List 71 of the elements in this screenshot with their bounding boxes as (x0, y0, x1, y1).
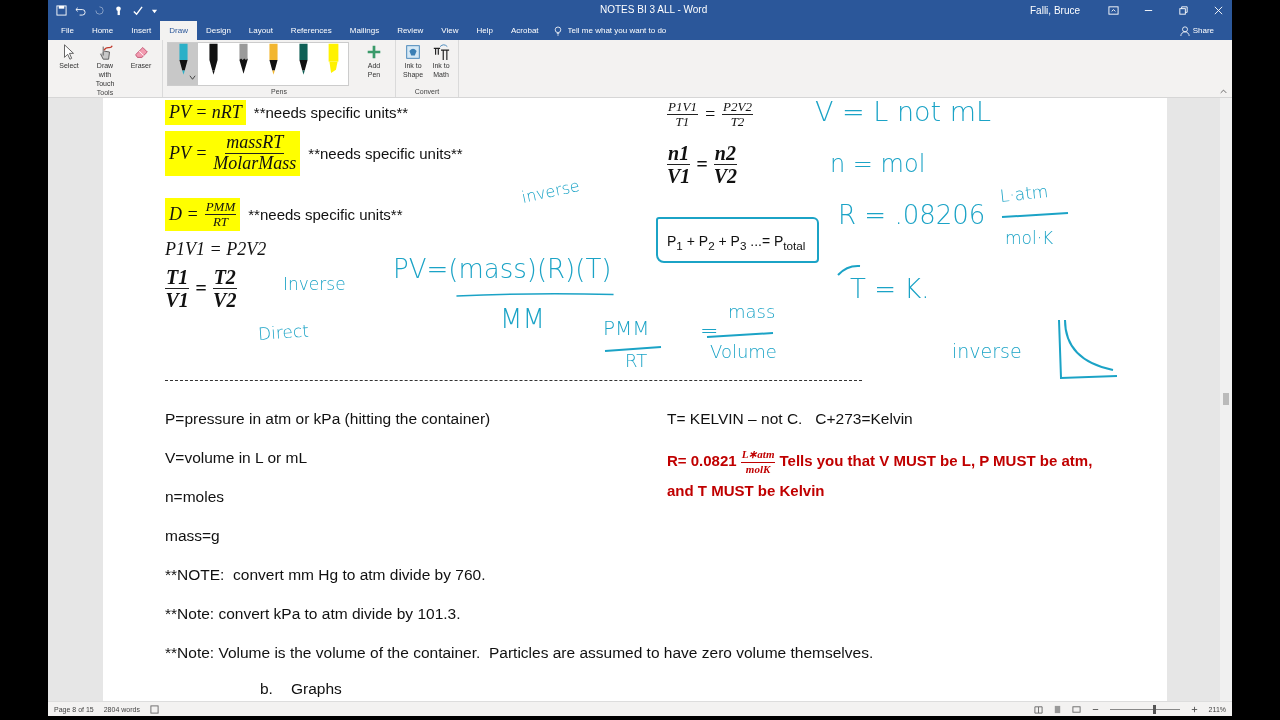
handwritten-note: PV=(mass)(R)(T) (393, 256, 612, 282)
units-note: **needs specific units** (308, 144, 463, 162)
plus-icon (365, 43, 383, 61)
ink-fraction-line (603, 344, 663, 354)
spelling-check-icon[interactable] (132, 4, 143, 16)
ribbon-tab[interactable]: File (52, 21, 83, 40)
handwritten-note: V = L not mL (815, 98, 992, 125)
pi-icon (432, 43, 450, 61)
kelvin-note: T= KELVIN – not C. C+273=Kelvin (667, 410, 914, 428)
caret-icon[interactable] (189, 74, 196, 81)
share-button[interactable]: Share (1173, 21, 1220, 40)
section-heading: b. Graphs (260, 680, 343, 698)
handwritten-note: L·atm (999, 182, 1050, 205)
boxed-equation: P$_{1}$ + P$_{2}$ + P$_{3}$ ...= P$_{total}$ (656, 216, 820, 264)
tell-me-field[interactable]: Tell me what you want to do (565, 25, 710, 36)
definition-line: **Note: Volume is the volume of the container. Particles are assumed to have zero volume themselves. (165, 644, 874, 662)
web-layout-icon[interactable] (1071, 704, 1081, 714)
definition-line: n=moles (165, 488, 225, 506)
read-mode-icon[interactable] (1033, 704, 1043, 714)
ribbon-display-icon[interactable] (1108, 4, 1119, 16)
equation: P1V1 = P2V2 (165, 239, 267, 261)
handwritten-note: inverse (952, 342, 1022, 361)
definition-line: mass=g (165, 527, 220, 545)
equation: PV = nRT (165, 100, 246, 125)
shape-icon (404, 43, 422, 61)
person-icon (1179, 25, 1190, 36)
vertical-scrollbar[interactable] (1220, 98, 1232, 701)
handwritten-note: Inverse (283, 276, 346, 293)
handwritten-note: = (700, 320, 719, 342)
ink-stroke (837, 264, 861, 276)
definition-line: **Note: convert kPa to atm divide by 101.3. (165, 605, 461, 623)
handwritten-note: mol·K (1005, 230, 1054, 247)
definition-line: V=volume in L or mL (165, 449, 307, 467)
lightbulb-icon (553, 25, 562, 36)
redo-icon[interactable] (94, 4, 105, 16)
restore-icon[interactable] (1178, 4, 1189, 16)
ribbon-tab[interactable]: Insert (122, 21, 161, 40)
ribbon-tab[interactable]: Draw (160, 21, 197, 40)
print-layout-icon[interactable] (1052, 704, 1062, 714)
units-note: **needs specific units** (253, 104, 409, 121)
zoom-in-icon[interactable] (1189, 704, 1199, 714)
handwritten-note: inverse (520, 178, 582, 206)
close-icon[interactable] (1213, 4, 1224, 16)
window-title: NOTES BI 3 ALL - Word (600, 4, 708, 15)
handwritten-note: PMM (603, 318, 650, 338)
handwritten-note: Direct (257, 322, 310, 343)
handwritten-note: RT (625, 352, 648, 370)
handwritten-note: MM (500, 306, 545, 332)
touch-mode-icon[interactable] (113, 4, 124, 16)
user-name[interactable]: Falli, Bruce (1030, 4, 1080, 16)
save-icon[interactable] (56, 4, 67, 16)
ribbon-tab[interactable]: View (432, 21, 468, 40)
handwritten-note: R = .08206 (838, 202, 986, 228)
handwritten-note: T = K. (850, 276, 930, 302)
undo-icon[interactable] (75, 4, 86, 16)
ribbon-tab[interactable]: Home (82, 21, 123, 40)
ribbon-tab[interactable]: Mailings (340, 21, 389, 40)
ribbon-tab[interactable]: Acrobat (502, 21, 548, 40)
ribbon-tab[interactable]: Review (388, 21, 433, 40)
definition-line: P=pressure in atm or kPa (hitting the container) (165, 410, 491, 428)
ribbon-tab[interactable]: Help (467, 21, 502, 40)
ribbon-tab[interactable]: Layout (239, 21, 282, 40)
handwritten-note: n = mol (830, 152, 926, 176)
handwritten-note: mass (728, 303, 776, 321)
pen-button[interactable] (168, 43, 198, 85)
definition-line: **NOTE: convert mm Hg to atm divide by 760. (165, 566, 486, 584)
handwritten-note: Volume (710, 343, 777, 361)
ribbon-tab[interactable]: Design (196, 21, 240, 40)
units-note: **needs specific units** (248, 205, 403, 223)
ribbon-tab[interactable]: References (281, 21, 341, 40)
ink-fraction-line (1000, 210, 1070, 220)
